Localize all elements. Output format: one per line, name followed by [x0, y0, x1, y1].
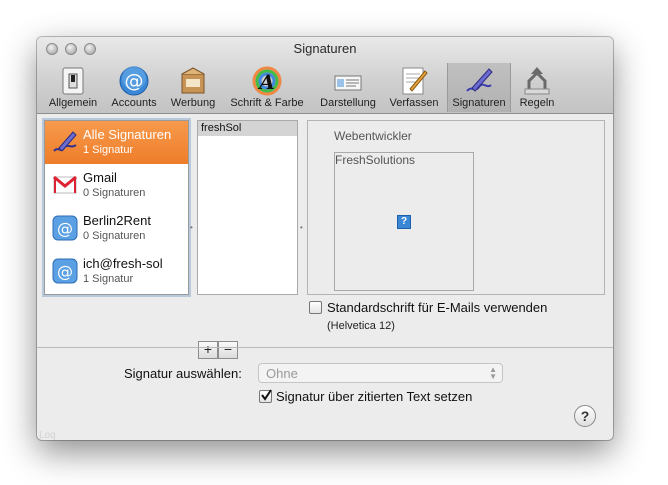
- toolbar-item-werbung[interactable]: Werbung: [165, 63, 221, 112]
- at-icon: @: [52, 258, 78, 284]
- account-name: ich@fresh-sol: [83, 256, 163, 271]
- signature-editor[interactable]: Webentwickler FreshSolutions ?: [307, 120, 605, 295]
- account-row-ich-fresh-sol[interactable]: @ ich@fresh-sol 1 Signatur: [45, 250, 188, 293]
- compose-icon: [402, 67, 428, 95]
- account-name: Berlin2Rent: [83, 213, 151, 228]
- at-icon: @: [119, 66, 149, 96]
- signature-text[interactable]: Webentwickler: [334, 129, 412, 143]
- popup-arrows-icon: ▲ ▼: [489, 365, 497, 381]
- preferences-window: Signaturen Allgemein @ Accounts Werbung …: [37, 37, 613, 440]
- checkmark-icon: [261, 389, 272, 401]
- missing-image-icon: ?: [397, 215, 411, 229]
- default-font-checkbox[interactable]: [309, 301, 322, 314]
- toolbar-item-allgemein[interactable]: Allgemein: [43, 63, 103, 112]
- toolbar-label: Allgemein: [48, 97, 98, 109]
- splitter-handle[interactable]: •: [190, 223, 195, 232]
- choose-signature-value: Ohne: [266, 366, 298, 381]
- account-row-berlin2rent[interactable]: @ Berlin2Rent 0 Signaturen: [45, 207, 188, 250]
- remove-signature-button[interactable]: −: [218, 341, 238, 359]
- signature-image-box[interactable]: FreshSolutions ?: [334, 152, 474, 291]
- account-name: Gmail: [83, 170, 117, 185]
- svg-text:A: A: [257, 70, 275, 94]
- splitter-handle[interactable]: •: [300, 223, 305, 232]
- place-above-quote-checkbox[interactable]: [259, 389, 272, 403]
- signature-list[interactable]: freshSol: [197, 120, 298, 295]
- titlebar: Signaturen Allgemein @ Accounts Werbung …: [37, 37, 613, 114]
- add-signature-button[interactable]: +: [198, 341, 218, 359]
- account-row-alle-signaturen[interactable]: Alle Signaturen 1 Signatur: [45, 121, 188, 164]
- toolbar-item-schrift-farbe[interactable]: A Schrift & Farbe: [223, 63, 311, 112]
- window-title: Signaturen: [293, 41, 357, 56]
- switch-icon: [62, 67, 84, 95]
- signatures-pane: Alle Signaturen 1 Signatur Gmail 0 Signa…: [37, 115, 613, 359]
- account-count: 1 Signatur: [83, 273, 134, 285]
- account-count: 1 Signatur: [83, 144, 134, 156]
- signature-image-caption: FreshSolutions: [335, 153, 416, 167]
- junk-mail-icon: [181, 67, 205, 94]
- choose-signature-popup[interactable]: Ohne ▲ ▼: [258, 363, 503, 383]
- signature-icon: [53, 131, 77, 152]
- place-above-quote-label: Signatur über zitierten Text setzen: [276, 389, 473, 404]
- toolbar-label: Accounts: [111, 97, 157, 109]
- watermark-text: Loq: [39, 430, 56, 440]
- default-font-name: (Helvetica 12): [327, 320, 395, 332]
- font-color-icon: A: [252, 66, 282, 96]
- viewing-icon: [334, 75, 362, 91]
- toolbar-item-darstellung[interactable]: Darstellung: [314, 63, 382, 112]
- account-row-gmail[interactable]: Gmail 0 Signaturen: [45, 164, 188, 207]
- at-icon: @: [52, 215, 78, 241]
- toolbar-item-signaturen[interactable]: Signaturen: [447, 63, 511, 112]
- default-font-label: Standardschrift für E-Mails verwenden: [327, 300, 548, 315]
- separator: [37, 347, 613, 348]
- choose-signature-label: Signatur auswählen:: [124, 366, 242, 381]
- account-count: 0 Signaturen: [83, 187, 146, 199]
- rules-icon: [524, 67, 550, 95]
- gmail-icon: [53, 175, 77, 194]
- toolbar-item-accounts[interactable]: @ Accounts: [106, 63, 162, 112]
- toolbar-item-regeln[interactable]: Regeln: [513, 63, 561, 112]
- toolbar-label: Verfassen: [389, 97, 439, 109]
- account-count: 0 Signaturen: [83, 230, 146, 242]
- toolbar-label: Darstellung: [320, 97, 376, 109]
- svg-text:@: @: [57, 262, 73, 281]
- help-button[interactable]: ?: [574, 405, 596, 427]
- account-name: Alle Signaturen: [83, 127, 172, 142]
- toolbar-label: Werbung: [170, 97, 216, 109]
- toolbar-item-verfassen[interactable]: Verfassen: [384, 63, 444, 112]
- svg-text:@: @: [125, 70, 144, 92]
- signature-icon: [466, 68, 493, 92]
- svg-text:@: @: [57, 219, 73, 238]
- toolbar-label: Signaturen: [452, 97, 506, 109]
- toolbar-label: Schrift & Farbe: [230, 97, 304, 109]
- signature-row-freshsol[interactable]: freshSol: [198, 121, 297, 136]
- account-list[interactable]: Alle Signaturen 1 Signatur Gmail 0 Signa…: [44, 120, 189, 295]
- toolbar-label: Regeln: [519, 97, 555, 109]
